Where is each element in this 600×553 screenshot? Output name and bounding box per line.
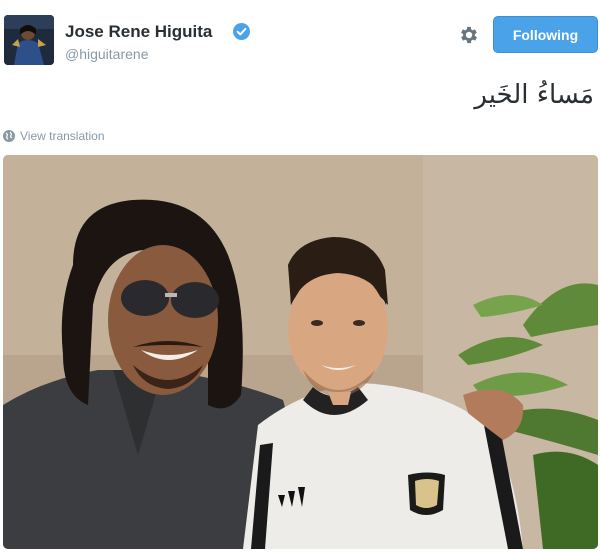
display-name[interactable]: Jose Rene Higuita <box>65 22 212 42</box>
tweet-text: مَساءُ الخَير <box>474 80 594 110</box>
verified-badge-icon <box>233 23 250 40</box>
globe-icon <box>3 130 15 142</box>
tweet-card: Jose Rene Higuita @higuitarene Following… <box>0 0 600 553</box>
tweet-photo[interactable] <box>3 155 598 549</box>
user-handle[interactable]: @higuitarene <box>65 46 149 62</box>
view-translation-label: View translation <box>20 129 105 143</box>
gear-icon[interactable] <box>458 24 480 46</box>
following-button[interactable]: Following <box>493 16 598 53</box>
avatar[interactable] <box>4 15 54 65</box>
view-translation-link[interactable]: View translation <box>3 129 105 143</box>
